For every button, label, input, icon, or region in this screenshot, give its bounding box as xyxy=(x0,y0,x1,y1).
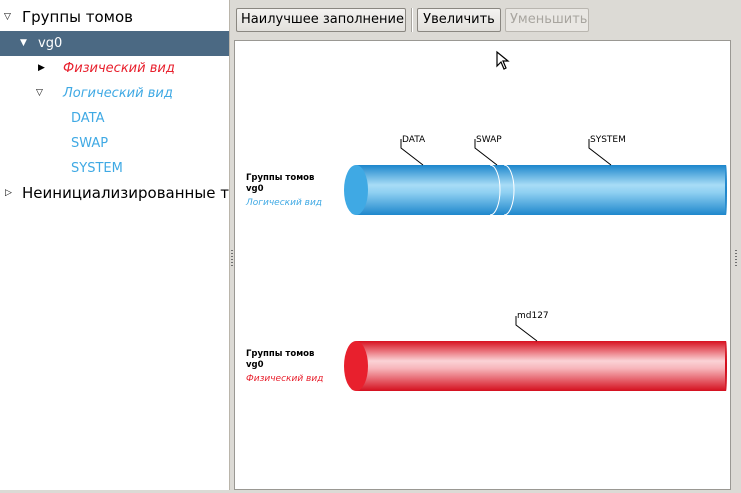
pv-callout: md127 xyxy=(515,311,549,342)
logical-cylinder-body[interactable] xyxy=(356,165,726,215)
toolbar-separator xyxy=(411,8,413,32)
physical-view-cylinder[interactable] xyxy=(344,341,727,391)
tree-item-vg0[interactable]: ▼ vg0 xyxy=(0,31,229,56)
logical-view-label: Логический вид xyxy=(245,198,322,208)
tree-item-uninitialized[interactable]: ▷ Неинициализированные т xyxy=(0,181,229,206)
logical-group-label: Группы томов xyxy=(246,173,314,183)
lv-label-swap: SWAP xyxy=(476,135,502,145)
collapsed-triangle-icon[interactable]: ▷ xyxy=(5,181,12,206)
tree-item-label: SWAP xyxy=(71,136,109,151)
physical-vg-label: vg0 xyxy=(246,360,264,370)
volume-drawing-area[interactable]: DATA SWAP SYSTEM Группы томов vg0 Логиче… xyxy=(234,40,731,490)
tree-item-label: Логический вид xyxy=(63,86,173,101)
tree-item-lv-system[interactable]: SYSTEM xyxy=(0,156,229,181)
lv-label-data: DATA xyxy=(402,135,426,145)
expanded-triangle-icon[interactable]: ▽ xyxy=(36,81,43,106)
lv-callouts: DATA SWAP SYSTEM xyxy=(400,135,626,166)
tree-item-label: Физический вид xyxy=(63,61,175,76)
splitter-grip-icon[interactable] xyxy=(231,250,233,268)
best-fit-label: Наилучшее заполнение xyxy=(241,12,404,27)
volume-tree-panel: ▽ Группы томов ▼ vg0 ▶ Физический вид ▽ … xyxy=(0,0,229,490)
logical-view-caption: Группы томов vg0 Логический вид xyxy=(245,173,322,208)
tree-item-lv-swap[interactable]: SWAP xyxy=(0,131,229,156)
collapsed-triangle-icon[interactable]: ▶ xyxy=(38,56,45,81)
lv-label-system: SYSTEM xyxy=(590,135,626,145)
tree-item-label: DATA xyxy=(71,111,105,126)
logical-view-cylinder[interactable] xyxy=(344,164,727,216)
toolbar: Наилучшее заполнение Увеличить Уменьшить xyxy=(233,0,741,38)
logical-cylinder-cap xyxy=(344,165,368,215)
zoom-out-button[interactable]: Уменьшить xyxy=(505,8,589,32)
zoom-in-button[interactable]: Увеличить xyxy=(417,8,501,32)
zoom-in-label: Увеличить xyxy=(423,12,495,27)
physical-cylinder-end xyxy=(725,341,727,391)
physical-view-label: Физический вид xyxy=(246,374,323,384)
tree-item-lv-data[interactable]: DATA xyxy=(0,106,229,131)
tree-item-label: Неинициализированные т xyxy=(22,184,229,202)
zoom-out-label: Уменьшить xyxy=(510,12,588,27)
tree-item-label: SYSTEM xyxy=(71,161,123,176)
tree-item-volume-groups[interactable]: ▽ Группы томов xyxy=(0,5,229,30)
physical-group-label: Группы томов xyxy=(246,349,314,359)
tree-item-physical-view[interactable]: ▶ Физический вид xyxy=(0,56,229,81)
expanded-triangle-icon[interactable]: ▽ xyxy=(4,5,11,30)
logical-vg-label: vg0 xyxy=(246,184,264,194)
pv-label-md127: md127 xyxy=(517,311,549,321)
right-edge-grip-icon[interactable] xyxy=(735,250,737,268)
logical-cylinder-end xyxy=(725,165,727,215)
tree-item-logical-view[interactable]: ▽ Логический вид xyxy=(0,81,229,106)
tree-item-label: Группы томов xyxy=(22,8,134,26)
mouse-cursor-icon xyxy=(496,50,510,70)
physical-view-caption: Группы томов vg0 Физический вид xyxy=(246,349,323,384)
expanded-triangle-icon[interactable]: ▼ xyxy=(20,31,27,56)
best-fit-button[interactable]: Наилучшее заполнение xyxy=(236,8,406,32)
physical-cylinder-body[interactable] xyxy=(356,341,726,391)
physical-cylinder-cap xyxy=(344,341,368,391)
tree-item-label: vg0 xyxy=(38,36,63,51)
